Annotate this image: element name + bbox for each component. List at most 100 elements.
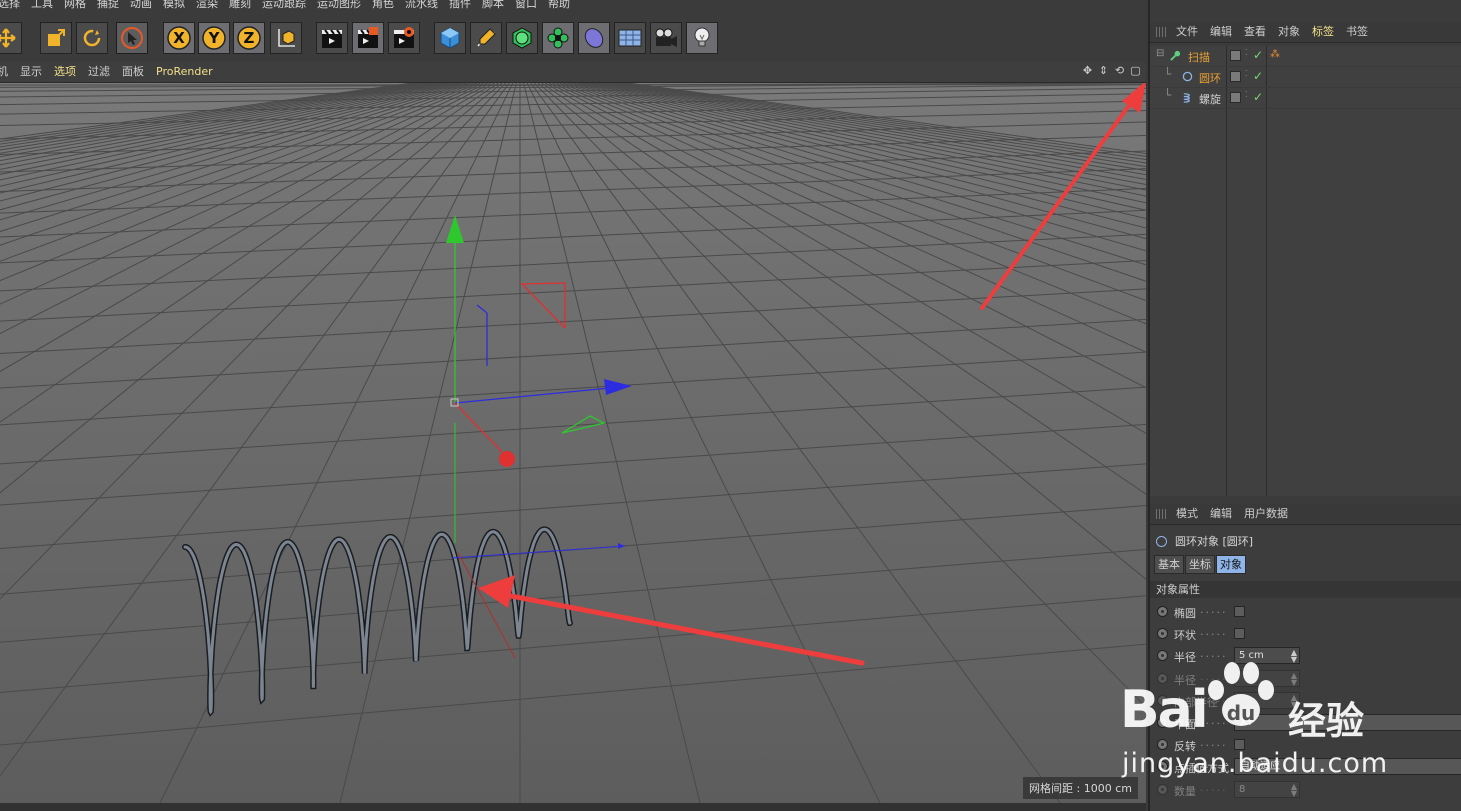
deformer-button[interactable] [578,22,610,54]
object-manager-tab-0[interactable]: 文件 [1176,22,1198,42]
animate-radio-icon[interactable] [1157,606,1168,617]
viewport-menu-item-0[interactable]: 机 [0,62,8,82]
circle-spline-icon [1182,71,1193,82]
attribute-subtab-2[interactable]: 对象 [1216,555,1246,574]
menu-item-14[interactable]: 窗口 [515,0,537,10]
tree-row-sweep[interactable]: ⊟ 扫描 ⁚ ✓ ⁂ [1150,46,1461,67]
tree-row-helix[interactable]: └ 螺旋 ⁚ ✓ [1150,88,1461,109]
enabled-check-icon[interactable]: ✓ [1253,90,1263,104]
property-number-field[interactable]: ▲ ▼ [1234,691,1300,709]
object-name-helix[interactable]: 螺旋 [1199,91,1221,107]
spinner-icon[interactable]: ▲ ▼ [1291,693,1297,708]
panel-grip-icon[interactable] [1156,27,1166,37]
tag-icon[interactable]: ⁂ [1270,49,1280,60]
subdivision-button[interactable] [506,22,538,54]
animate-radio-icon[interactable] [1157,694,1168,706]
menu-item-8[interactable]: 运动跟踪 [262,0,306,10]
x-axis-button[interactable]: X [163,22,195,54]
attribute-subtab-1[interactable]: 坐标 [1185,555,1215,574]
floor-button[interactable] [614,22,646,54]
move-tool-button[interactable] [0,22,22,54]
dolly-icon[interactable]: ⇕ [1097,64,1110,77]
maximize-view-icon[interactable]: ▢ [1129,64,1142,77]
viewport-menu-item-3[interactable]: 过滤 [88,62,110,82]
attribute-manager-tab-0[interactable]: 模式 [1176,504,1198,524]
menu-item-2[interactable]: 网格 [64,0,86,10]
camera-button[interactable] [650,22,682,54]
cube-button[interactable] [434,22,466,54]
cloner-button[interactable] [542,22,574,54]
collapse-icon[interactable]: ⊟ [1156,48,1164,59]
property-number-field[interactable]: ▲ ▼ [1234,669,1300,687]
animate-radio-icon[interactable] [1157,739,1168,751]
orbit-icon[interactable]: ⟲ [1113,64,1126,77]
select-tool-button[interactable] [116,22,148,54]
enabled-check-icon[interactable]: ✓ [1253,69,1263,83]
attribute-manager-tab-2[interactable]: 用户数据 [1244,504,1288,524]
menu-item-1[interactable]: 工具 [31,0,53,10]
object-name-sweep[interactable]: 扫描 [1188,49,1210,65]
spinner-icon[interactable]: ▲ ▼ [1291,782,1297,797]
render-settings-button[interactable] [388,22,420,54]
property-number-field[interactable]: 8 ▲ ▼ [1234,780,1300,798]
animate-radio-icon[interactable] [1157,650,1168,662]
attribute-subtab-0[interactable]: 基本 [1154,555,1184,574]
layer-box[interactable] [1230,50,1241,61]
y-axis-button[interactable]: Y [198,22,230,54]
enabled-check-icon[interactable]: ✓ [1253,48,1263,62]
menu-item-15[interactable]: 帮助 [548,0,570,10]
pan-icon[interactable]: ✥ [1081,64,1094,77]
3d-viewport[interactable]: 网格间距 : 1000 cm [0,83,1146,803]
property-select[interactable]: XY [1234,714,1461,731]
animate-radio-icon[interactable] [1157,628,1168,640]
x-axis-handle[interactable] [499,451,515,467]
render-view-button[interactable] [316,22,348,54]
z-axis-button[interactable]: Z [233,22,265,54]
menu-item-7[interactable]: 雕刻 [229,0,251,10]
menu-item-3[interactable]: 捕捉 [97,0,119,10]
viewport-menu-item-1[interactable]: 显示 [20,62,42,82]
menu-item-0[interactable]: 选择 [0,0,20,10]
coordinate-system-button[interactable] [270,22,302,54]
viewport-menu-item-2[interactable]: 选项 [54,62,76,82]
property-label: 半径 [1174,651,1196,665]
menu-item-11[interactable]: 流水线 [405,0,438,10]
panel-grip-icon[interactable] [1156,509,1166,519]
object-name-circle[interactable]: 圆环 [1199,70,1221,86]
menu-item-13[interactable]: 脚本 [482,0,504,10]
property-number-field[interactable]: 5 cm ▲ ▼ [1234,647,1300,665]
object-manager-tab-4[interactable]: 标签 [1312,22,1334,42]
rotate-tool-button[interactable] [76,22,108,54]
pen-button[interactable] [470,22,502,54]
scale-tool-button[interactable] [40,22,72,54]
menu-item-9[interactable]: 运动图形 [317,0,361,10]
menu-item-12[interactable]: 插件 [449,0,471,10]
layer-box[interactable] [1230,71,1241,82]
object-manager-tab-3[interactable]: 对象 [1278,22,1300,42]
object-manager-tab-5[interactable]: 书签 [1346,22,1368,42]
animate-radio-icon[interactable] [1157,717,1168,728]
animate-radio-icon[interactable] [1157,672,1168,684]
viewport-menu-item-5[interactable]: ProRender [156,62,213,82]
animate-radio-icon[interactable] [1157,761,1168,773]
property-checkbox[interactable] [1234,628,1245,640]
animate-radio-icon[interactable] [1157,783,1168,795]
viewport-menu-item-4[interactable]: 面板 [122,62,144,82]
object-manager-tab-2[interactable]: 查看 [1244,22,1266,42]
menu-item-4[interactable]: 动画 [130,0,152,10]
tree-row-circle[interactable]: └ 圆环 ⁚ ✓ [1150,67,1461,88]
spinner-icon[interactable]: ▲ ▼ [1291,671,1297,686]
layer-box[interactable] [1230,92,1241,103]
menu-item-5[interactable]: 模拟 [163,0,185,10]
menu-item-10[interactable]: 角色 [372,0,394,10]
property-checkbox[interactable] [1234,739,1245,751]
attribute-manager-tab-1[interactable]: 编辑 [1210,504,1232,524]
property-checkbox[interactable] [1234,606,1245,617]
menu-item-6[interactable]: 渲染 [196,0,218,10]
render-active-button[interactable] [352,22,384,54]
light-button[interactable] [686,22,718,54]
spinner-icon[interactable]: ▲ ▼ [1291,649,1297,664]
property-select[interactable]: 自动适应 [1234,758,1461,776]
object-manager-tab-1[interactable]: 编辑 [1210,22,1232,42]
main-menubar: 选择 工具 网格 捕捉 动画 模拟 渲染 雕刻 运动跟踪 运动图形 角色 流水线 插件 脚本 窗口 帮助 [0,0,1146,12]
